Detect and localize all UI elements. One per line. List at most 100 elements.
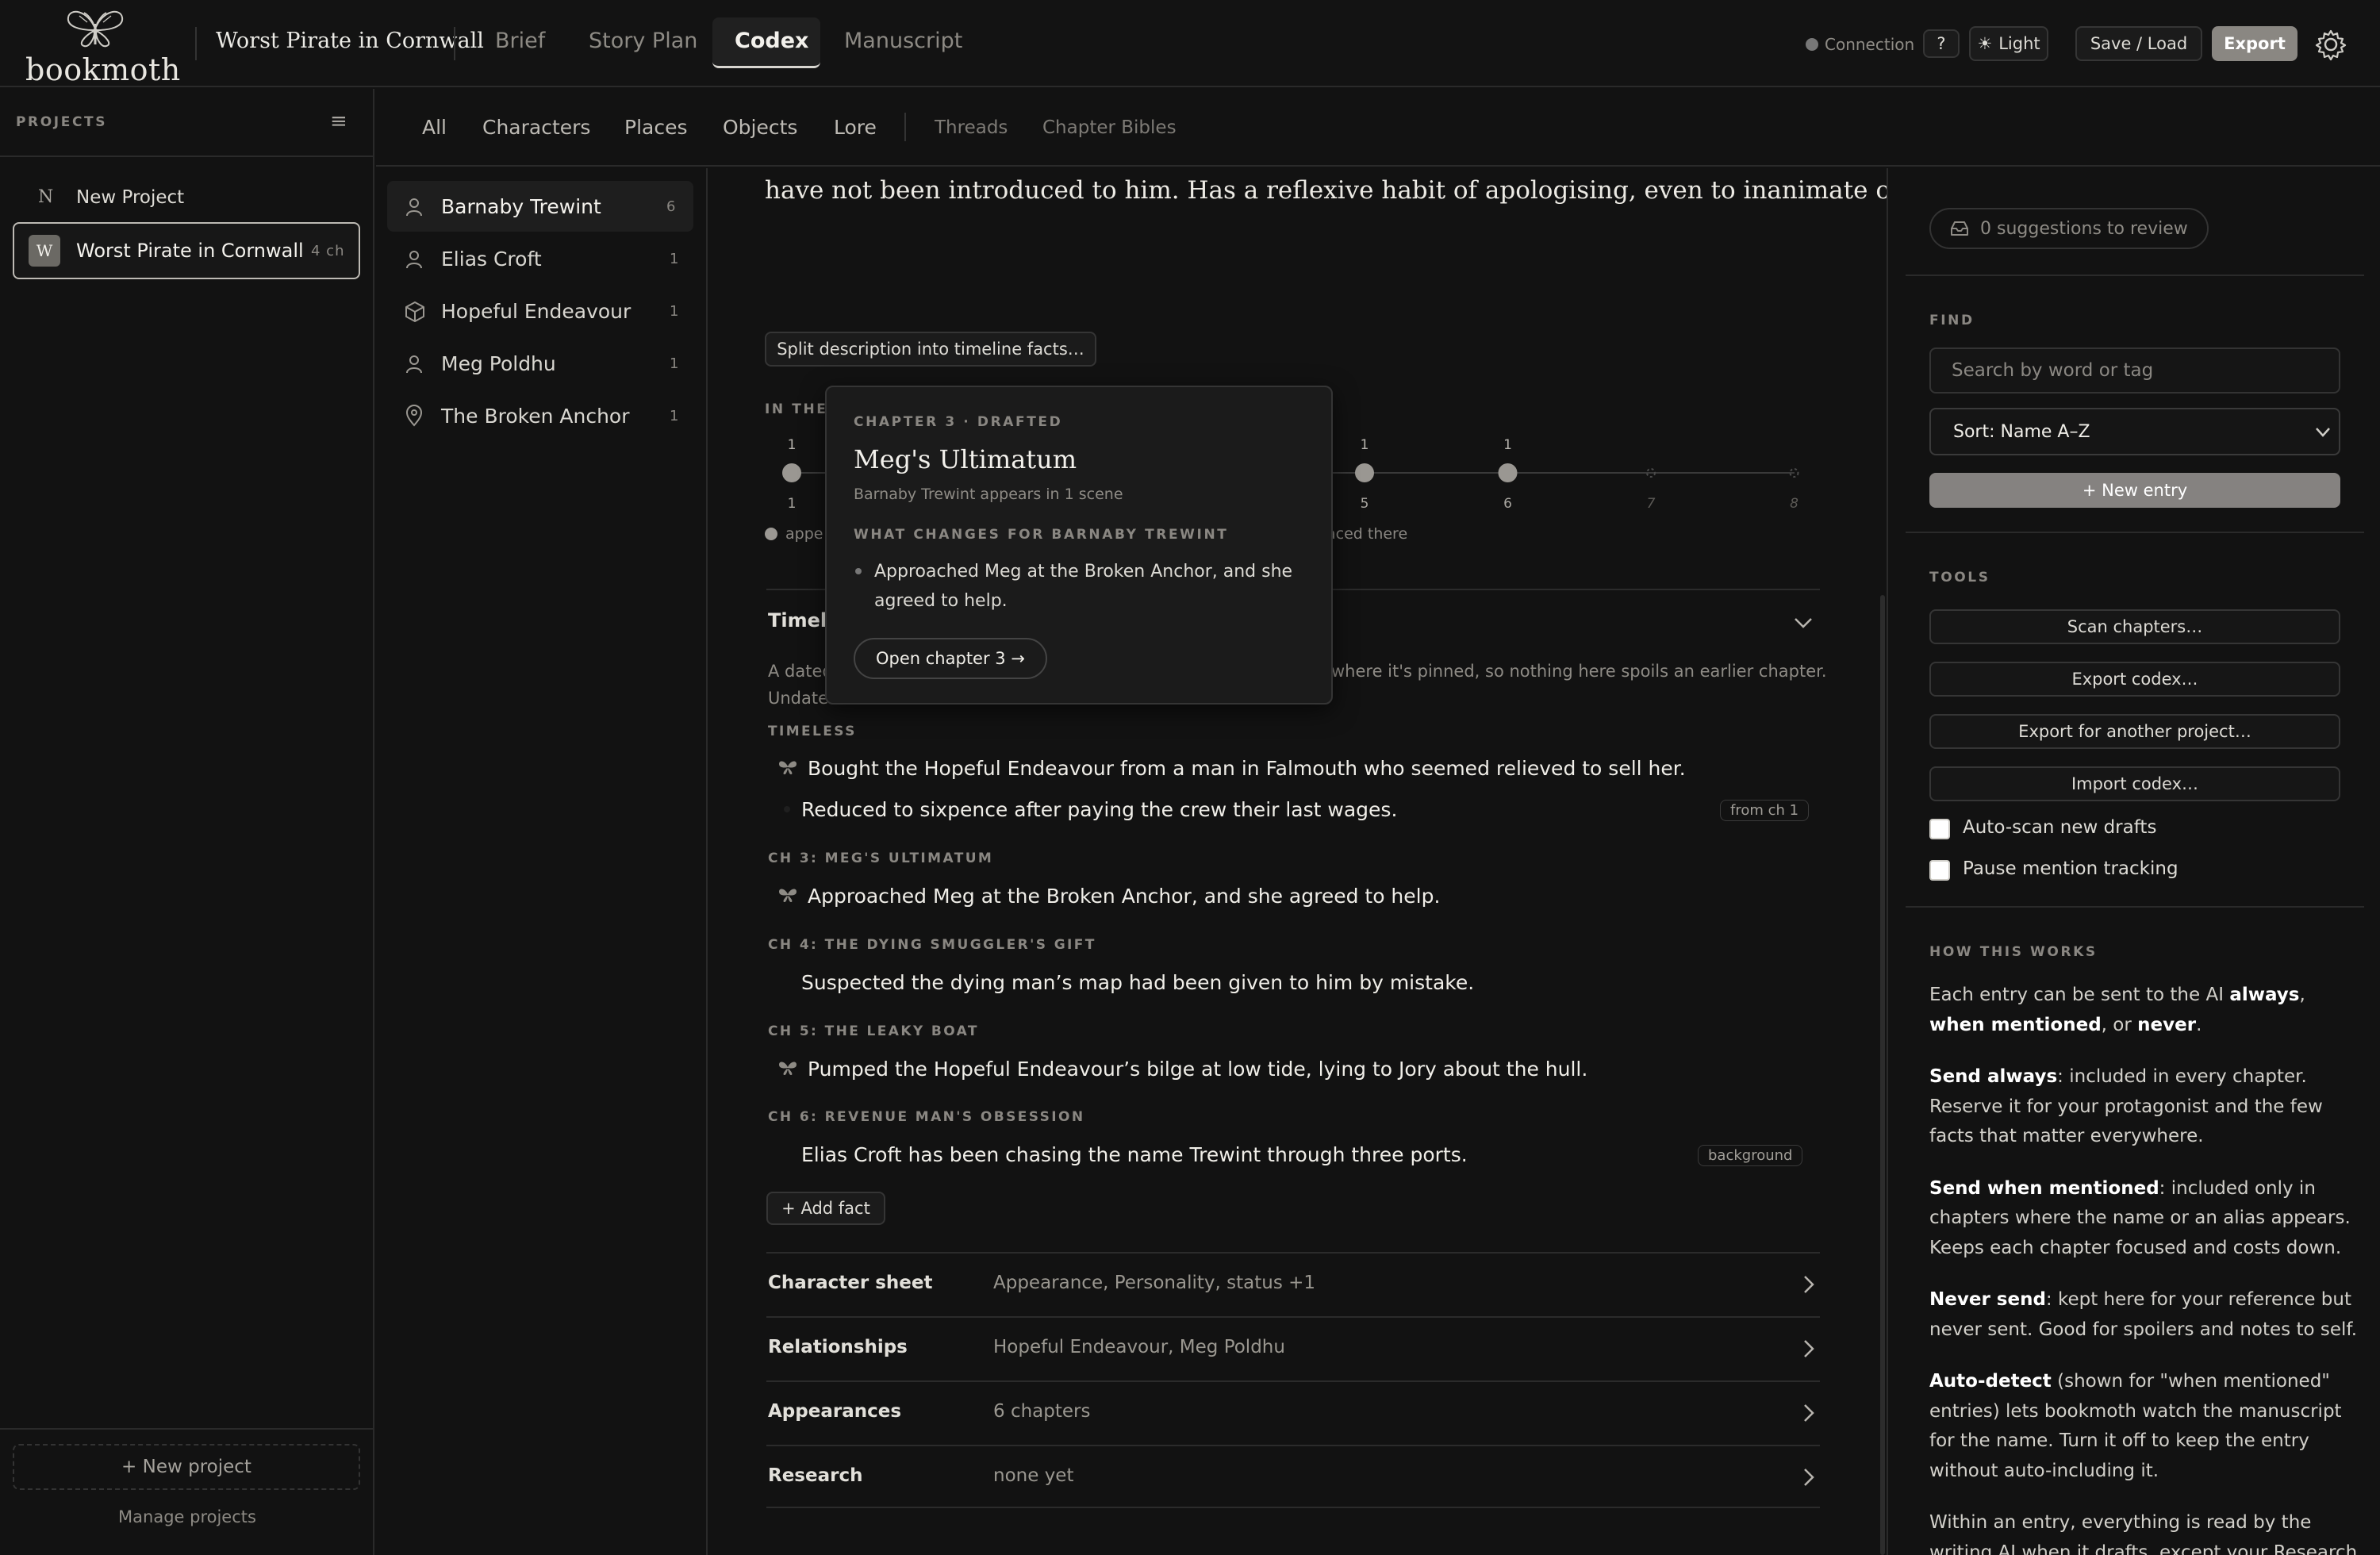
scan-chapters-button[interactable]: Scan chapters… [1929,609,2340,644]
section-appearances[interactable]: Appearances 6 chapters [766,1380,1820,1444]
filter-bar: All Characters Places Objects Lore Threa… [376,89,2380,167]
chapter-appearance-dot[interactable] [782,463,801,482]
project-name: Worst Pirate in Cornwall [76,240,304,262]
chapter-appearance-dot[interactable] [1498,463,1518,482]
search-input[interactable]: Search by word or tag [1929,347,2340,394]
entry-count: 1 [670,355,679,372]
popover-change-text: Approached Meg at the Broken Anchor, and… [874,562,1293,611]
section-value: none yet [993,1465,1074,1486]
chart-count-label: 1 [1503,437,1512,453]
timeline-desc-a: A dated [768,662,833,681]
export-for-project-button[interactable]: Export for another project… [1929,714,2340,749]
chapter-number-label: 7 [1647,496,1656,512]
filter-objects[interactable]: Objects [723,116,797,139]
suggestions-pill[interactable]: 0 suggestions to review [1929,208,2209,249]
filter-threads[interactable]: Threads [935,117,1008,138]
fact-tag: background [1698,1145,1803,1166]
help-button[interactable]: ? [1923,29,1960,58]
fact-text: Bought the Hopeful Endeavour from a man … [808,757,1686,780]
filter-characters[interactable]: Characters [482,116,590,139]
filter-chapter-bibles[interactable]: Chapter Bibles [1042,117,1177,138]
scrollbar[interactable] [1880,595,1885,1555]
inbox-icon [1951,221,1968,236]
manage-projects-link[interactable]: Manage projects [0,1507,374,1526]
entry-item[interactable]: Hopeful Endeavour 1 [387,286,693,336]
moth-logo-icon [67,10,124,48]
timeline-group-title: CH 6: REVENUE MAN'S OBSESSION [768,1109,1085,1125]
chart-count-label: 1 [1361,437,1369,453]
popover-subtitle: Barnaby Trewint appears in 1 scene [854,486,1123,503]
save-load-button[interactable]: Save / Load [2075,26,2202,61]
chevron-down-icon[interactable] [1793,616,1814,630]
filter-all[interactable]: All [422,116,447,139]
entry-list: Barnaby Trewint 6 Elias Croft 1 Hopeful … [376,168,708,1555]
connection-label: Connection [1825,35,1915,54]
fact-text: Elias Croft has been chasing the name Tr… [801,1143,1468,1166]
tab-brief[interactable]: Brief [495,29,545,53]
export-button[interactable]: Export [2212,26,2297,61]
project-item-worst-pirate[interactable]: W Worst Pirate in Cornwall 4 ch [13,222,360,279]
how-it-works-text: Each entry can be sent to the AI always,… [1929,981,2358,1555]
timeline-group-title: TIMELESS [768,724,857,739]
section-label: Research [768,1465,863,1486]
menu-icon[interactable]: ≡ [330,109,347,133]
project-title: Worst Pirate in Cornwall [216,29,484,53]
chapter-number-label: 1 [788,496,797,512]
chapter-number-label: 8 [1790,496,1798,512]
auto-scan-checkbox[interactable] [1929,819,1950,839]
filter-places[interactable]: Places [624,116,688,139]
help-paragraph: Within an entry, everything is read by t… [1929,1512,2358,1555]
section-research[interactable]: Research none yet [766,1445,1820,1508]
section-relationships[interactable]: Relationships Hopeful Endeavour, Meg Pol… [766,1316,1820,1380]
timeline-heading[interactable]: Timeli [768,609,833,632]
filter-divider [904,113,906,141]
entry-name: Elias Croft [441,248,542,271]
logo[interactable]: bookmoth [24,5,180,87]
logo-wordmark: bookmoth [25,52,181,87]
gear-icon[interactable] [2313,27,2348,62]
entry-count: 1 [670,408,679,424]
pause-tracking-checkbox[interactable] [1929,860,1950,881]
panel-divider [1906,275,2364,276]
chart-legend-left: appe [765,525,823,543]
tab-story-plan[interactable]: Story Plan [589,29,697,53]
popover-kicker: CHAPTER 3 · DRAFTED [854,414,1063,430]
entry-item[interactable]: Elias Croft 1 [387,233,693,284]
split-description-button[interactable]: Split description into timeline facts… [765,332,1096,367]
new-entry-button[interactable]: + New entry [1929,473,2340,508]
export-codex-button[interactable]: Export codex… [1929,662,2340,697]
section-label: Appearances [768,1401,902,1422]
tab-manuscript[interactable]: Manuscript [844,29,962,53]
tab-codex[interactable]: Codex [712,17,820,68]
connection-status: Connection [1806,35,1914,54]
tab-codex-label: Codex [735,29,809,53]
project-item-new-project[interactable]: N New Project [13,171,362,224]
description-text[interactable]: have not been introduced to him. Has a r… [765,176,1972,205]
entry-item[interactable]: Barnaby Trewint 6 [387,181,693,232]
sort-value: Sort: Name A–Z [1953,422,2090,442]
section-value: 6 chapters [993,1401,1091,1422]
new-project-button[interactable]: + New project [13,1444,360,1490]
sidebar-divider [0,156,374,157]
person-icon [406,251,422,269]
filter-lore[interactable]: Lore [834,116,877,139]
import-codex-button[interactable]: Import codex… [1929,766,2340,801]
legend-dot-icon [765,528,777,540]
section-character-sheet[interactable]: Character sheet Appearance, Personality,… [766,1252,1820,1315]
box-icon [405,301,424,322]
sort-select[interactable]: Sort: Name A–Z [1929,408,2340,455]
entry-name: Hopeful Endeavour [441,300,631,323]
add-fact-button[interactable]: + Add fact [766,1192,885,1225]
entry-item[interactable]: Meg Poldhu 1 [387,338,693,389]
sun-icon: ☀ [1977,34,1993,53]
projects-heading: PROJECTS [16,114,108,130]
help-paragraph: Never send: kept here for your reference… [1929,1289,2358,1340]
entry-item[interactable]: The Broken Anchor 1 [387,390,693,441]
chapter-count: 4 ch [311,243,345,259]
chapter-appearance-dot[interactable] [1355,463,1374,482]
theme-toggle[interactable]: ☀ Light [1969,26,2048,61]
auto-scan-label: Auto-scan new drafts [1963,817,2157,838]
open-chapter-button[interactable]: Open chapter 3 → [854,638,1047,679]
suggestions-text: 0 suggestions to review [1980,218,2188,239]
section-value: Appearance, Personality, status +1 [993,1273,1316,1293]
